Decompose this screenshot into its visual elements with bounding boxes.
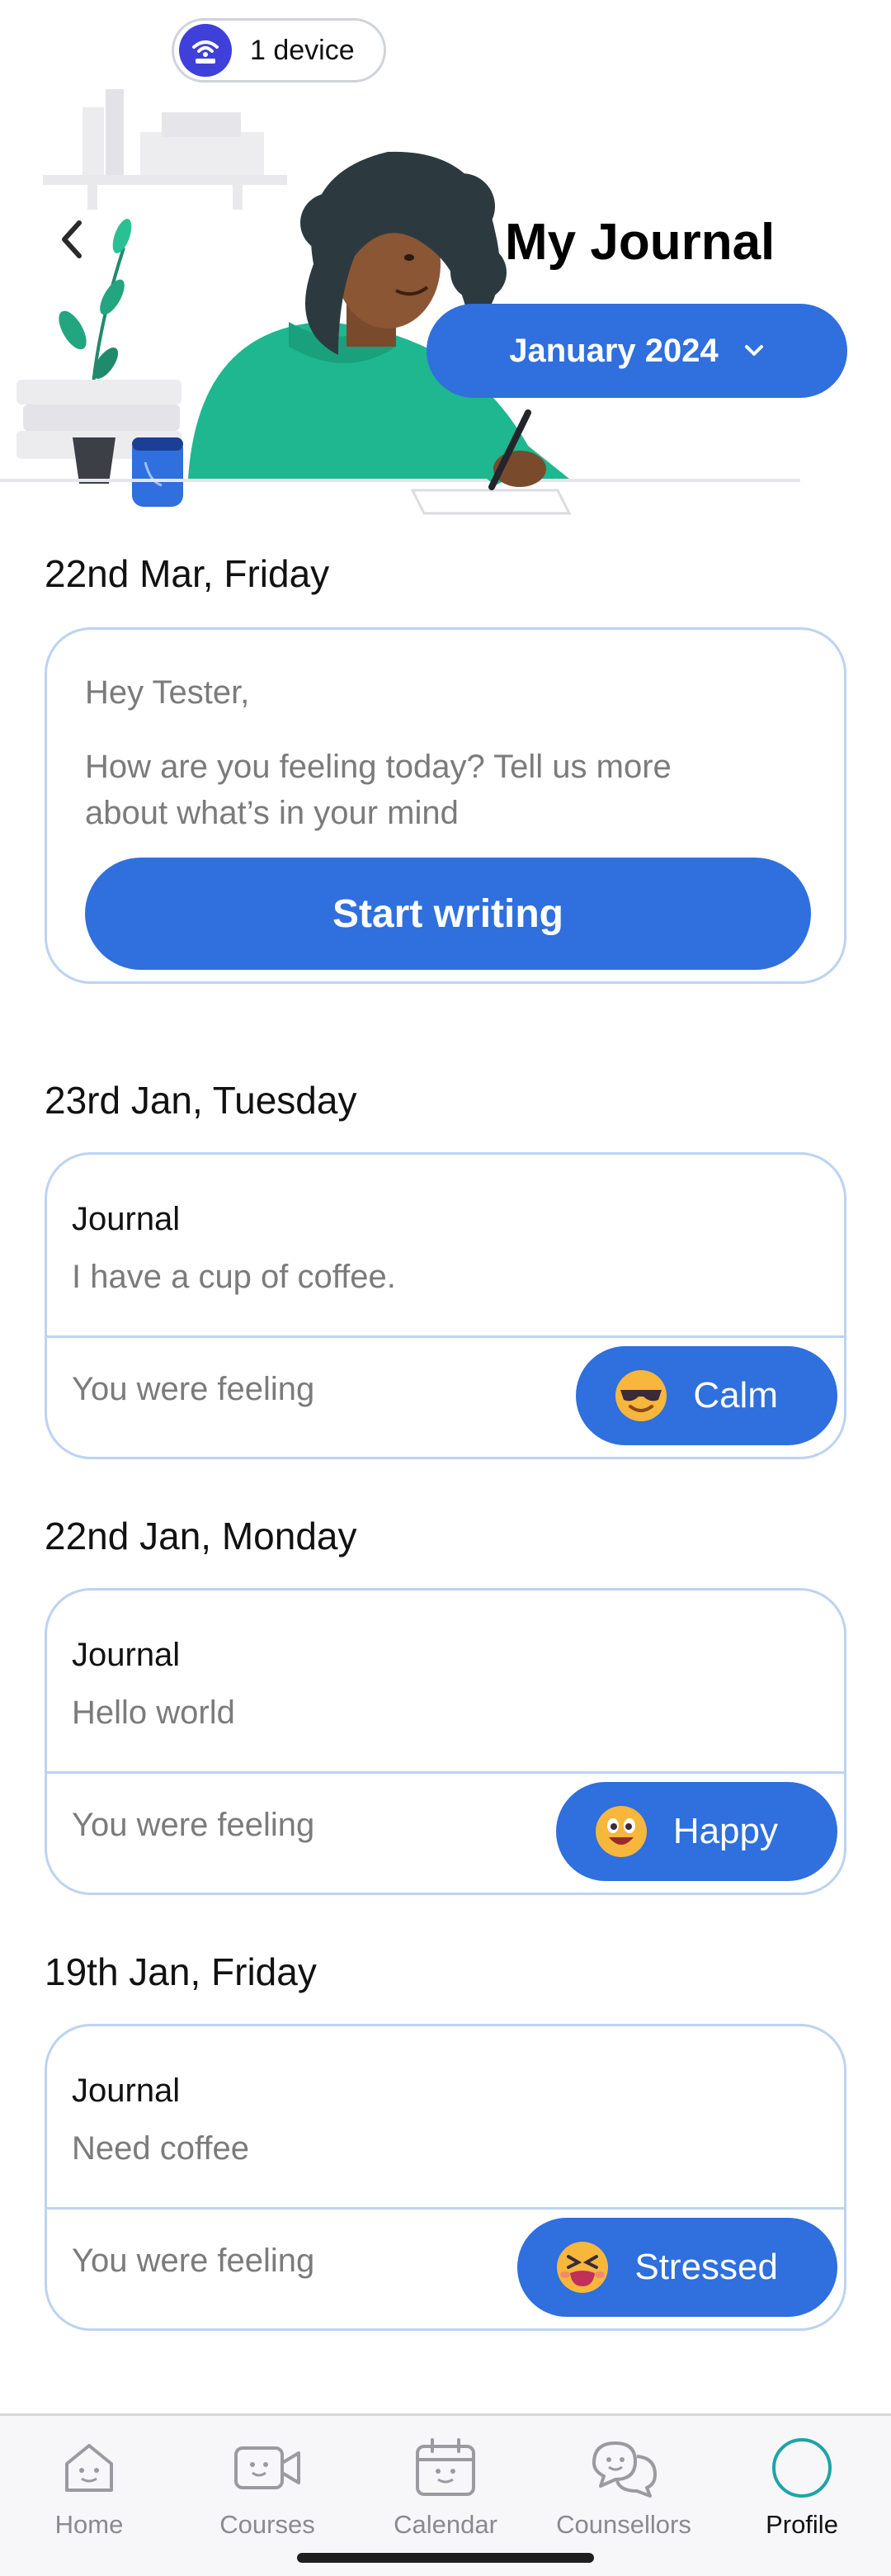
mood-label: Stressed (634, 2247, 778, 2287)
nav-courses[interactable]: Courses (185, 2431, 350, 2540)
entry-text: I have a cup of coffee. (72, 1259, 396, 1295)
bottom-navigation: Home Courses Calendar Counsellors Profil… (0, 2413, 891, 2576)
nav-counsellors[interactable]: Counsellors (541, 2431, 706, 2540)
entry-label: Journal (72, 1201, 181, 1237)
journal-entry-card[interactable]: Journal Hello world You were feeling Hap… (45, 1588, 846, 1895)
mood-label: Happy (672, 1811, 778, 1851)
nav-label: Calendar (394, 2510, 497, 2539)
device-status-pill[interactable]: 1 device (172, 18, 386, 83)
happy-face-icon (595, 1806, 647, 1857)
feeling-label: You were feeling (72, 1807, 315, 1843)
video-icon (234, 2446, 300, 2489)
nav-label: Counsellors (556, 2510, 691, 2539)
journal-entry-card[interactable]: Journal I have a cup of coffee. You were… (45, 1152, 846, 1459)
stressed-face-icon (557, 2242, 609, 2293)
chat-icon (592, 2441, 657, 2498)
mood-badge[interactable]: Happy (555, 1782, 837, 1881)
nav-home[interactable]: Home (7, 2431, 172, 2540)
entry-text: Hello world (72, 1694, 235, 1731)
home-indicator (297, 2553, 594, 2563)
entry-date-heading: 22nd Jan, Monday (45, 1515, 357, 1557)
cool-face-icon (615, 1370, 667, 1421)
month-selector[interactable]: January 2024 (427, 304, 847, 398)
chevron-left-icon (62, 220, 82, 258)
nav-label: Courses (219, 2510, 315, 2539)
new-entry-card: Hey Tester, How are you feeling today? T… (45, 627, 846, 984)
nav-calendar[interactable]: Calendar (363, 2431, 528, 2540)
feeling-label: You were feeling (72, 1371, 315, 1407)
nav-label: Home (54, 2510, 124, 2539)
entry-date-heading: 19th Jan, Friday (45, 1950, 317, 1993)
mood-badge[interactable]: Stressed (517, 2218, 837, 2317)
month-selector-label: January 2024 (509, 332, 719, 369)
mood-label: Calm (693, 1375, 778, 1416)
nav-label: Profile (766, 2510, 838, 2539)
calendar-icon (416, 2438, 475, 2496)
profile-icon (772, 2438, 832, 2498)
entry-text: Need coffee (72, 2130, 249, 2167)
greeting-text: Hey Tester, (85, 674, 250, 711)
device-count-label: 1 device (250, 34, 355, 66)
chevron-down-icon (744, 345, 763, 356)
home-icon (65, 2444, 113, 2492)
mood-badge[interactable]: Calm (576, 1346, 837, 1445)
entry-content: Journal Need coffee (47, 2026, 844, 2210)
page-title: My Journal (505, 214, 776, 271)
prompt-text: How are you feeling today? Tell us more … (85, 749, 672, 831)
entry-label: Journal (72, 2073, 181, 2109)
entry-content: Journal Hello world (47, 1591, 844, 1774)
entry-label: Journal (72, 1637, 181, 1673)
start-writing-button[interactable]: Start writing (85, 858, 811, 970)
wifi-router-icon (179, 24, 232, 77)
feeling-label: You were feeling (72, 2243, 315, 2279)
journal-entry-card[interactable]: Journal Need coffee You were feeling Str… (45, 2024, 846, 2331)
entry-content: Journal I have a cup of coffee. (47, 1155, 844, 1338)
today-date-heading: 22nd Mar, Friday (45, 552, 330, 595)
entry-date-heading: 23rd Jan, Tuesday (45, 1079, 357, 1122)
nav-profile[interactable]: Profile (719, 2431, 884, 2540)
back-button[interactable] (53, 215, 89, 264)
